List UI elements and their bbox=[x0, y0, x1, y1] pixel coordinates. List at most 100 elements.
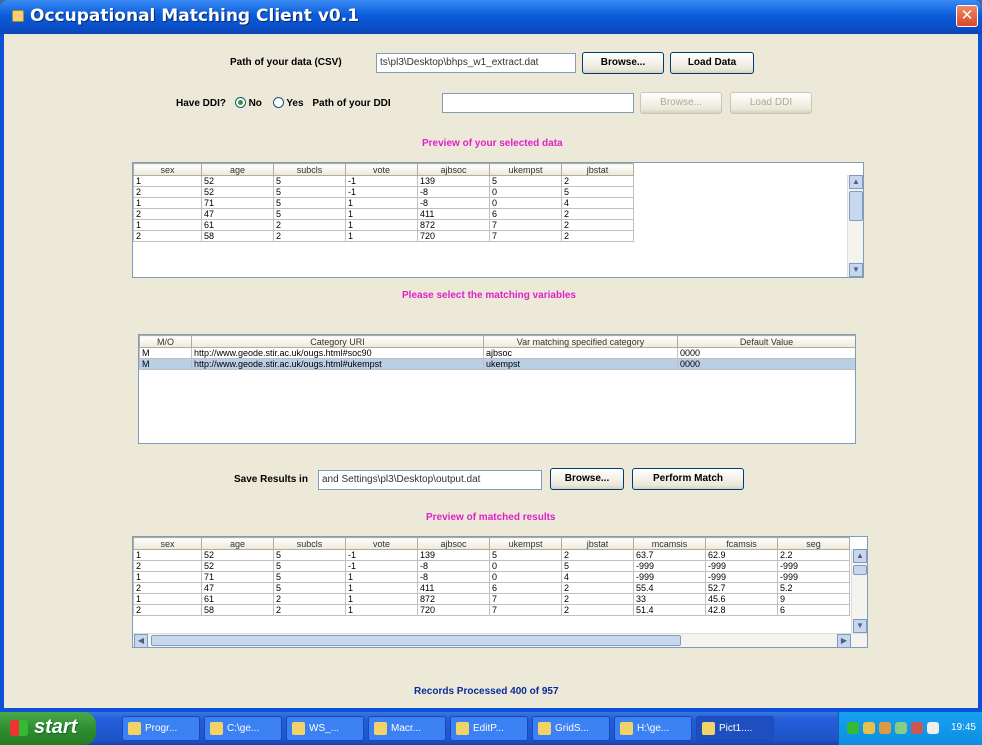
table-cell[interactable]: 411 bbox=[417, 582, 490, 594]
table-cell[interactable]: 0000 bbox=[677, 347, 855, 359]
data-path-input[interactable]: ts\pl3\Desktop\bhps_w1_extract.dat bbox=[376, 53, 576, 73]
preview-table[interactable]: sex age subcls vote ajbsoc ukempst jbsta… bbox=[132, 162, 864, 278]
table-cell[interactable]: -1 bbox=[345, 549, 418, 561]
table-cell[interactable]: 45.6 bbox=[705, 593, 778, 605]
table-row-selected[interactable]: Mhttp://www.geode.stir.ac.uk/ougs.html#u… bbox=[139, 358, 855, 370]
table-cell[interactable]: 9 bbox=[777, 593, 850, 605]
table-cell[interactable]: 61 bbox=[201, 219, 274, 231]
table-cell[interactable]: 47 bbox=[201, 208, 274, 220]
table-cell[interactable]: -8 bbox=[417, 197, 490, 209]
table-cell[interactable]: 5 bbox=[489, 175, 562, 187]
table-cell[interactable]: 5 bbox=[561, 560, 634, 572]
save-browse-button[interactable]: Browse... bbox=[550, 468, 624, 490]
table-cell[interactable]: 33 bbox=[633, 593, 706, 605]
table-cell[interactable]: -1 bbox=[345, 175, 418, 187]
table-cell[interactable]: 2 bbox=[273, 219, 346, 231]
taskbar-item[interactable]: WS_... bbox=[286, 716, 364, 741]
matching-table[interactable]: M/O Category URI Var matching specified … bbox=[138, 334, 856, 444]
title-bar[interactable]: Occupational Matching Client v0.1 ✕ bbox=[0, 0, 982, 34]
table-cell[interactable]: 52.7 bbox=[705, 582, 778, 594]
ddi-path-input[interactable] bbox=[442, 93, 634, 113]
matching-col-header[interactable]: Default Value bbox=[677, 335, 855, 348]
table-cell[interactable]: 52 bbox=[201, 560, 274, 572]
table-row[interactable]: 2 58 2 1 720 7 2 51.4 42.8 6 bbox=[133, 604, 850, 616]
results-col-header[interactable]: subcls bbox=[273, 537, 346, 550]
table-cell[interactable]: 52 bbox=[201, 186, 274, 198]
preview-col-header[interactable]: ajbsoc bbox=[417, 163, 490, 176]
table-cell[interactable]: 2 bbox=[273, 604, 346, 616]
tray-icon[interactable] bbox=[879, 722, 891, 734]
table-cell[interactable]: 1 bbox=[133, 175, 202, 187]
table-cell[interactable]: 2 bbox=[561, 604, 634, 616]
table-cell[interactable]: 42.8 bbox=[705, 604, 778, 616]
ddi-yes-radio[interactable] bbox=[272, 97, 284, 108]
start-button[interactable]: start bbox=[0, 712, 96, 745]
table-row[interactable]: 2 58 2 1 720 7 2 bbox=[133, 230, 634, 242]
table-cell[interactable]: 5 bbox=[273, 175, 346, 187]
perform-match-button[interactable]: Perform Match bbox=[632, 468, 744, 490]
preview-col-header[interactable]: vote bbox=[345, 163, 418, 176]
load-data-button[interactable]: Load Data bbox=[670, 52, 754, 74]
table-cell[interactable]: 58 bbox=[201, 604, 274, 616]
table-cell[interactable]: -999 bbox=[633, 571, 706, 583]
table-row[interactable]: 1 71 5 1 -8 0 4 -999 -999 -999 bbox=[133, 571, 850, 583]
table-cell[interactable]: 47 bbox=[201, 582, 274, 594]
tray-icon[interactable] bbox=[927, 722, 939, 734]
table-cell[interactable]: -1 bbox=[345, 560, 418, 572]
table-row[interactable]: Mhttp://www.geode.stir.ac.uk/ougs.html#s… bbox=[139, 347, 855, 359]
table-cell[interactable]: 1 bbox=[345, 582, 418, 594]
save-path-input[interactable]: and Settings\pl3\Desktop\output.dat bbox=[318, 470, 542, 490]
ddi-no-radio[interactable] bbox=[234, 97, 246, 108]
table-cell[interactable]: 139 bbox=[417, 549, 490, 561]
table-cell[interactable]: 0 bbox=[489, 560, 562, 572]
results-col-header[interactable]: ajbsoc bbox=[417, 537, 490, 550]
table-cell[interactable]: 62.9 bbox=[705, 549, 778, 561]
table-cell[interactable]: 52 bbox=[201, 175, 274, 187]
table-cell[interactable]: 1 bbox=[345, 219, 418, 231]
table-cell[interactable]: 0 bbox=[489, 197, 562, 209]
table-cell[interactable]: http://www.geode.stir.ac.uk/ougs.html#uk… bbox=[191, 358, 484, 370]
table-cell[interactable]: M bbox=[139, 358, 192, 370]
table-cell[interactable]: 1 bbox=[345, 197, 418, 209]
table-cell[interactable]: 1 bbox=[345, 593, 418, 605]
table-cell[interactable]: M bbox=[139, 347, 192, 359]
scroll-down-icon[interactable]: ▼ bbox=[849, 263, 863, 277]
table-cell[interactable]: 5 bbox=[273, 560, 346, 572]
table-cell[interactable]: 6 bbox=[489, 208, 562, 220]
table-row[interactable]: 1 52 5 -1 139 5 2 bbox=[133, 175, 634, 187]
table-cell[interactable]: 720 bbox=[417, 604, 490, 616]
table-cell[interactable]: 7 bbox=[489, 604, 562, 616]
table-cell[interactable]: -999 bbox=[705, 571, 778, 583]
table-cell[interactable]: 71 bbox=[201, 571, 274, 583]
table-cell[interactable]: 5 bbox=[273, 197, 346, 209]
table-cell[interactable]: 2 bbox=[273, 593, 346, 605]
table-cell[interactable]: 2 bbox=[133, 230, 202, 242]
table-cell[interactable]: 5 bbox=[273, 208, 346, 220]
table-cell[interactable]: 2 bbox=[561, 219, 634, 231]
preview-col-header[interactable]: sex bbox=[133, 163, 202, 176]
table-cell[interactable]: ajbsoc bbox=[483, 347, 678, 359]
scroll-left-icon[interactable]: ◀ bbox=[134, 634, 148, 647]
taskbar-item[interactable]: H:\ge... bbox=[614, 716, 692, 741]
preview-vertical-scrollbar[interactable]: ▲ ▼ bbox=[847, 175, 863, 277]
table-cell[interactable]: 5 bbox=[273, 582, 346, 594]
taskbar-item[interactable]: Progr... bbox=[122, 716, 200, 741]
table-cell[interactable]: 1 bbox=[345, 571, 418, 583]
results-col-header[interactable]: vote bbox=[345, 537, 418, 550]
taskbar-item[interactable]: GridS... bbox=[532, 716, 610, 741]
table-cell[interactable]: 1 bbox=[345, 208, 418, 220]
results-horizontal-scrollbar[interactable]: ◀ ▶ bbox=[133, 633, 867, 647]
preview-col-header[interactable]: age bbox=[201, 163, 274, 176]
table-cell[interactable]: 4 bbox=[561, 571, 634, 583]
table-cell[interactable]: 872 bbox=[417, 593, 490, 605]
results-col-header[interactable]: ukempst bbox=[489, 537, 562, 550]
table-cell[interactable]: 2 bbox=[561, 582, 634, 594]
table-cell[interactable]: 0000 bbox=[677, 358, 855, 370]
table-cell[interactable]: 1 bbox=[133, 549, 202, 561]
table-cell[interactable]: 720 bbox=[417, 230, 490, 242]
load-ddi-button[interactable]: Load DDI bbox=[730, 92, 812, 114]
table-cell[interactable]: 1 bbox=[133, 197, 202, 209]
tray-icon[interactable] bbox=[847, 722, 859, 734]
ddi-browse-button[interactable]: Browse... bbox=[640, 92, 722, 114]
table-cell[interactable]: 58 bbox=[201, 230, 274, 242]
